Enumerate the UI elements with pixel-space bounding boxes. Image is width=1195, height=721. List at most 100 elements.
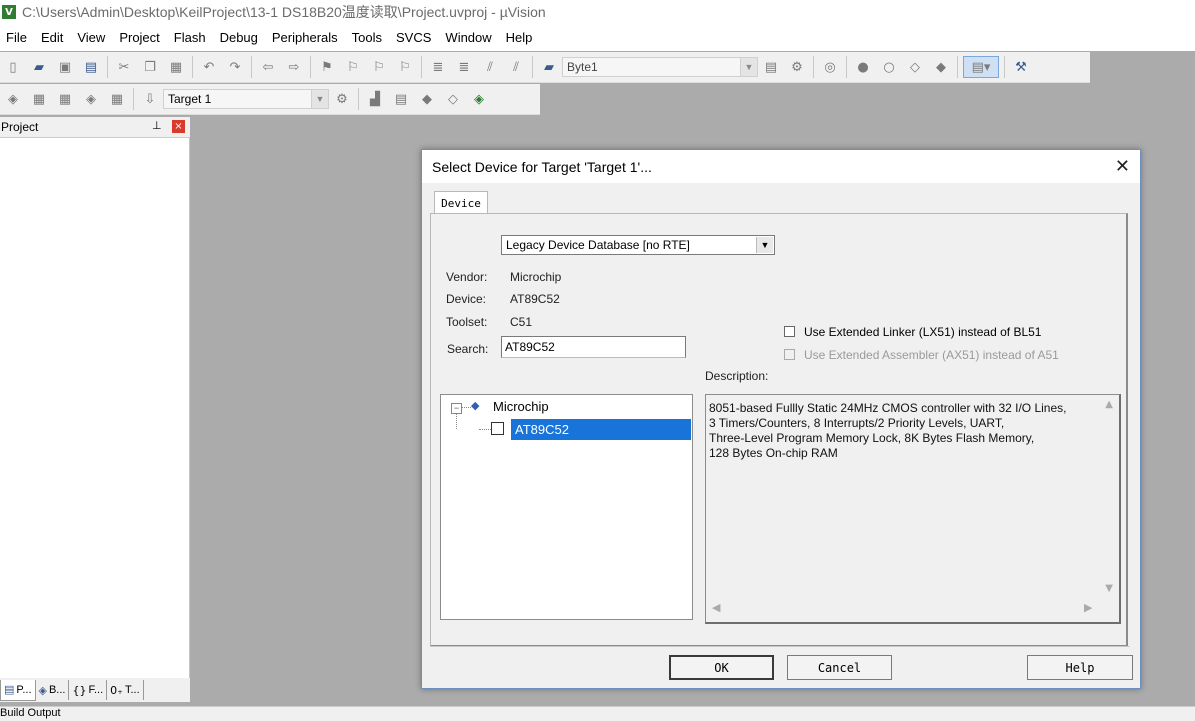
incremental-find-icon[interactable]: ⚙ — [786, 56, 808, 78]
nav-back-icon[interactable]: ⇦ — [257, 56, 279, 78]
indent-icon[interactable]: ≣ — [427, 56, 449, 78]
configure-wrench-icon[interactable]: ⚒ — [1010, 56, 1032, 78]
menu-peripherals[interactable]: Peripherals — [266, 30, 344, 45]
description-text: 8051-based Fullly Static 24MHz CMOS cont… — [709, 401, 1067, 460]
window-layout-icon[interactable]: ▤▾ — [963, 56, 999, 78]
zoom-icon[interactable]: ◎ — [819, 56, 841, 78]
rebuild-icon[interactable]: ▦ — [54, 88, 76, 110]
tab-books[interactable]: ◈ B... — [36, 680, 70, 700]
manage-project-icon[interactable]: ▟ — [364, 88, 386, 110]
debug-start-icon[interactable]: ● — [852, 56, 874, 78]
unindent-icon[interactable]: ≣ — [453, 56, 475, 78]
breakpoint-kill-icon[interactable]: ◆ — [930, 56, 952, 78]
download-load-icon[interactable]: ⇩ — [139, 88, 161, 110]
nav-forward-icon[interactable]: ⇨ — [283, 56, 305, 78]
undo-icon[interactable]: ↶ — [198, 56, 220, 78]
cut-icon[interactable]: ✂ — [113, 56, 135, 78]
vendor-diamond-icon: ◆ — [471, 399, 480, 412]
search-input[interactable]: AT89C52 — [501, 336, 686, 358]
bookmark-prev-icon[interactable]: ⚐ — [342, 56, 364, 78]
comment-icon[interactable]: ⫽ — [479, 56, 501, 78]
stop-build-icon[interactable]: ▦ — [106, 88, 128, 110]
chevron-down-icon[interactable]: ▼ — [311, 90, 328, 108]
chip-icon — [491, 422, 504, 435]
extended-assembler-checkbox — [784, 349, 795, 360]
select-device-dialog: Select Device for Target 'Target 1'... ✕… — [421, 149, 1141, 689]
bookmark-next-icon[interactable]: ⚐ — [368, 56, 390, 78]
build-icon[interactable]: ▦ — [28, 88, 50, 110]
functions-icon: {} — [72, 683, 87, 697]
project-tree-area[interactable] — [0, 138, 190, 678]
cancel-button[interactable]: Cancel — [787, 655, 892, 680]
menu-svcs[interactable]: SVCS — [390, 30, 437, 45]
tree-device-node-selected[interactable]: AT89C52 — [511, 419, 691, 440]
scroll-down-icon[interactable]: ▼ — [1105, 583, 1113, 594]
find-in-files-icon[interactable]: ▰ — [538, 56, 560, 78]
bookmark-icon[interactable]: ⚑ — [316, 56, 338, 78]
scroll-up-icon[interactable]: ▲ — [1105, 399, 1113, 410]
dialog-title: Select Device for Target 'Target 1'... — [432, 159, 652, 175]
find-combo[interactable]: Byte1 ▼ — [562, 57, 758, 77]
find-icon[interactable]: ▤ — [760, 56, 782, 78]
manage-rte-icon[interactable]: ◇ — [442, 88, 464, 110]
device-label: Device: — [446, 292, 487, 306]
new-file-icon[interactable]: ▯ — [2, 56, 24, 78]
target-options-icon[interactable]: ⚙ — [331, 88, 353, 110]
build-output-header: Build Output — [0, 706, 1195, 721]
menu-tools[interactable]: Tools — [346, 30, 388, 45]
description-label: Description: — [705, 369, 769, 383]
save-all-icon[interactable]: ▤ — [80, 56, 102, 78]
search-label: Search: — [447, 342, 489, 356]
menu-edit[interactable]: Edit — [35, 30, 69, 45]
close-icon[interactable]: × — [172, 120, 185, 133]
breakpoint-disable-icon[interactable]: ◇ — [904, 56, 926, 78]
scroll-right-icon[interactable]: ▶ — [1084, 601, 1092, 614]
extended-assembler-label: Use Extended Assembler (AX51) instead of… — [804, 348, 1059, 362]
menu-project[interactable]: Project — [113, 30, 165, 45]
menu-bar: File Edit View Project Flash Debug Perip… — [0, 24, 1195, 51]
target-combo-value: Target 1 — [168, 92, 212, 106]
translate-icon[interactable]: ◈ — [2, 88, 24, 110]
scroll-left-icon[interactable]: ◀ — [712, 601, 720, 614]
tree-vendor-node[interactable]: Microchip — [493, 399, 549, 414]
pin-icon[interactable]: ⊥ — [152, 119, 162, 132]
database-select[interactable]: Legacy Device Database [no RTE] ▼ — [501, 235, 775, 255]
ok-button[interactable]: OK — [669, 655, 774, 680]
target-combo[interactable]: Target 1 ▼ — [163, 89, 329, 109]
breakpoint-icon[interactable]: ○ — [878, 56, 900, 78]
menu-file[interactable]: File — [0, 30, 33, 45]
save-icon[interactable]: ▣ — [54, 56, 76, 78]
project-panel-header: Project ⊥ × — [0, 117, 190, 138]
pack-installer-icon[interactable]: ◈ — [468, 88, 490, 110]
chevron-down-icon[interactable]: ▼ — [740, 58, 757, 76]
templates-icon: 0₊ — [110, 683, 123, 697]
copy-icon[interactable]: ❐ — [139, 56, 161, 78]
manage-items-icon[interactable]: ▤ — [390, 88, 412, 110]
device-tree[interactable]: − ◆ Microchip AT89C52 — [440, 394, 693, 620]
paste-icon[interactable]: ▦ — [165, 56, 187, 78]
open-file-icon[interactable]: ▰ — [28, 56, 50, 78]
tab-device[interactable]: Device — [434, 191, 488, 214]
menu-window[interactable]: Window — [439, 30, 497, 45]
project-panel-tabs: ▤ P... ◈ B... {} F... 0₊ T... — [0, 678, 190, 702]
bookmark-clear-icon[interactable]: ⚐ — [394, 56, 416, 78]
vendor-value: Microchip — [510, 270, 562, 284]
project-icon: ▤ — [4, 683, 15, 696]
menu-debug[interactable]: Debug — [214, 30, 264, 45]
extended-linker-checkbox[interactable] — [784, 326, 795, 337]
tab-project[interactable]: ▤ P... — [0, 679, 36, 701]
tab-functions[interactable]: {} F... — [69, 680, 108, 700]
uncomment-icon[interactable]: ⫽ — [505, 56, 527, 78]
help-button[interactable]: Help — [1027, 655, 1133, 680]
extended-linker-label[interactable]: Use Extended Linker (LX51) instead of BL… — [804, 325, 1041, 339]
device-value: AT89C52 — [510, 292, 560, 306]
menu-flash[interactable]: Flash — [168, 30, 212, 45]
chevron-down-icon[interactable]: ▼ — [756, 237, 773, 253]
select-packs-icon[interactable]: ◆ — [416, 88, 438, 110]
menu-help[interactable]: Help — [500, 30, 539, 45]
tab-templates[interactable]: 0₊ T... — [107, 680, 144, 700]
close-icon[interactable]: ✕ — [1115, 156, 1130, 177]
redo-icon[interactable]: ↷ — [224, 56, 246, 78]
batch-build-icon[interactable]: ◈ — [80, 88, 102, 110]
menu-view[interactable]: View — [71, 30, 111, 45]
